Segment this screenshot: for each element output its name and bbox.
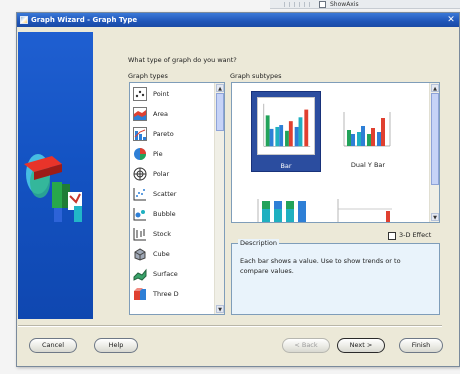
graph-type-label: Three D bbox=[153, 290, 179, 298]
close-button[interactable]: ✕ bbox=[446, 15, 456, 25]
button-divider bbox=[18, 325, 442, 327]
surface-chart-icon bbox=[133, 268, 147, 281]
scatter-chart-icon bbox=[133, 188, 146, 201]
cancel-button[interactable]: Cancel bbox=[29, 338, 77, 353]
graph-type-item[interactable]: Surface bbox=[133, 265, 213, 285]
point-chart-icon bbox=[133, 87, 147, 101]
subtype-bar[interactable]: Bar bbox=[251, 91, 321, 172]
wizard-illustration-icon bbox=[24, 154, 82, 222]
graph-type-item[interactable]: Point bbox=[133, 85, 213, 105]
pareto-chart-icon bbox=[133, 127, 147, 141]
graph-types-scrollbar[interactable]: ▲ ▼ bbox=[214, 83, 224, 314]
line-bar-subtype-preview-icon bbox=[337, 199, 392, 222]
subtype-label: Bar bbox=[280, 162, 292, 170]
scroll-up-arrow-icon[interactable]: ▲ bbox=[431, 84, 439, 92]
pie-chart-icon bbox=[134, 148, 146, 160]
bubble-chart-icon bbox=[133, 208, 146, 221]
description-group: Description Each bar shows a value. Use … bbox=[231, 239, 440, 315]
graph-subtypes-scrollbar[interactable]: ▲ ▼ bbox=[429, 83, 439, 222]
graph-type-label: Pareto bbox=[153, 130, 174, 138]
description-text: Each bar shows a value. Use to show tren… bbox=[240, 257, 401, 275]
show-axis-checkbox[interactable] bbox=[319, 1, 326, 8]
graph-type-label: Pie bbox=[153, 150, 163, 158]
threed-chart-icon bbox=[134, 288, 146, 300]
polar-chart-icon bbox=[133, 167, 147, 181]
stacked-bar-subtype-preview-icon bbox=[257, 199, 306, 222]
scroll-thumb[interactable] bbox=[431, 93, 439, 185]
window-title: Graph Wizard - Graph Type bbox=[31, 16, 138, 24]
bar-subtype-preview-icon bbox=[257, 97, 315, 155]
graph-subtypes-label: Graph subtypes bbox=[230, 72, 282, 80]
graph-type-item[interactable]: Bubble bbox=[133, 205, 213, 225]
finish-button[interactable]: Finish bbox=[399, 338, 443, 353]
graph-type-label: Area bbox=[153, 110, 168, 118]
graph-type-label: Stock bbox=[153, 230, 171, 238]
graph-type-item[interactable]: Three D bbox=[133, 285, 213, 305]
show-axis-label: ShowAxis bbox=[330, 1, 359, 8]
scroll-down-arrow-icon[interactable]: ▼ bbox=[216, 305, 224, 313]
app-icon bbox=[20, 16, 28, 24]
stock-chart-icon bbox=[133, 228, 146, 241]
dual-y-bar-subtype-preview-icon bbox=[338, 96, 396, 154]
graph-type-label: Cube bbox=[153, 250, 170, 258]
title-bar[interactable]: Graph Wizard - Graph Type ✕ bbox=[17, 13, 459, 27]
three-d-effect-checkbox[interactable] bbox=[388, 232, 396, 240]
graph-type-item[interactable]: Pie bbox=[133, 145, 213, 165]
graph-subtypes-panel[interactable]: Bar Dual Y Bar ▲ ▼ bbox=[231, 82, 440, 223]
graph-type-label: Scatter bbox=[153, 190, 177, 198]
help-button[interactable]: Help bbox=[94, 338, 138, 353]
scroll-thumb[interactable] bbox=[216, 93, 224, 131]
back-button[interactable]: < Back bbox=[282, 338, 330, 353]
graph-type-item[interactable]: Cube bbox=[133, 245, 213, 265]
cube-chart-icon bbox=[134, 248, 146, 261]
subtype-dual-y-bar[interactable]: Dual Y Bar bbox=[333, 91, 403, 172]
graph-types-label: Graph types bbox=[128, 72, 168, 80]
wizard-banner bbox=[18, 32, 93, 319]
graph-type-label: Point bbox=[153, 90, 170, 98]
graph-type-item[interactable]: Area bbox=[133, 105, 213, 125]
subtype-label: Dual Y Bar bbox=[350, 161, 386, 169]
area-chart-icon bbox=[133, 107, 147, 121]
scroll-down-arrow-icon[interactable]: ▼ bbox=[431, 213, 439, 221]
graph-type-item[interactable]: Pareto bbox=[133, 125, 213, 145]
graph-type-question: What type of graph do you want? bbox=[128, 56, 237, 64]
ruler-ticks bbox=[284, 2, 314, 7]
graph-type-item[interactable]: Polar bbox=[133, 165, 213, 185]
graph-types-list[interactable]: Point Area Pareto Pie Polar Scatter Bubb… bbox=[129, 82, 225, 315]
graph-type-item[interactable]: Stock bbox=[133, 225, 213, 245]
next-button[interactable]: Next > bbox=[337, 338, 385, 353]
description-legend: Description bbox=[238, 239, 280, 247]
scroll-up-arrow-icon[interactable]: ▲ bbox=[216, 84, 224, 92]
background-toolbar: ShowAxis bbox=[270, 0, 460, 9]
graph-type-label: Polar bbox=[153, 170, 170, 178]
graph-type-label: Bubble bbox=[153, 210, 176, 218]
graph-type-item[interactable]: Scatter bbox=[133, 185, 213, 205]
graph-type-label: Surface bbox=[153, 270, 178, 278]
three-d-effect-label: 3-D Effect bbox=[399, 231, 432, 239]
